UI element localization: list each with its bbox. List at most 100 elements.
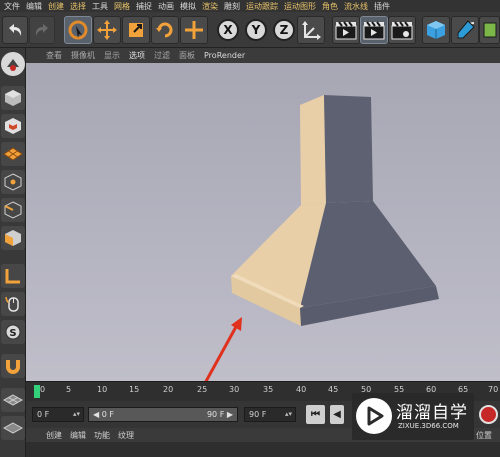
menu-motion-tracking[interactable]: 运动跟踪	[246, 1, 278, 12]
menu-plugins[interactable]: 插件	[374, 1, 390, 12]
coordinate-system-button[interactable]	[297, 16, 325, 44]
watermark-url: ZIXUE.3D66.COM	[398, 422, 459, 430]
subdivision-surface-button[interactable]	[479, 16, 500, 44]
end-frame-field[interactable]: 90 F ▴▾	[244, 407, 296, 422]
go-to-start-button[interactable]: ⏮	[306, 405, 325, 424]
menu-edit[interactable]: 编辑	[26, 1, 42, 12]
stepper-icon[interactable]: ▴▾	[73, 408, 80, 421]
cube-primitive-button[interactable]	[422, 16, 450, 44]
previous-key-button[interactable]: ◀	[330, 405, 344, 424]
menu-file[interactable]: 文件	[4, 1, 20, 12]
pen-icon	[457, 20, 475, 39]
bottom-menu-edit[interactable]: 编辑	[70, 430, 86, 441]
viewport-menu-prorender[interactable]: ProRender	[204, 51, 245, 60]
workplane-mode-button[interactable]	[1, 142, 25, 166]
x-axis-icon: X	[217, 19, 239, 41]
redo-button[interactable]	[29, 16, 55, 44]
viewport-menu-options[interactable]: 选项	[129, 50, 145, 61]
transform-icon	[185, 21, 203, 39]
magnet-button[interactable]	[1, 354, 25, 378]
menu-simulate[interactable]: 模拟	[180, 1, 196, 12]
tick-label: 40	[296, 385, 307, 394]
snapping-button[interactable]: S	[1, 320, 25, 344]
tick-label: 20	[163, 385, 174, 394]
menu-pipeline[interactable]: 流水线	[344, 1, 368, 12]
bottom-menu-create[interactable]: 创建	[46, 430, 62, 441]
render-view-button[interactable]	[332, 16, 360, 44]
cube-icon	[427, 21, 445, 39]
menu-mesh[interactable]: 网格	[114, 1, 130, 12]
enable-axis-button[interactable]	[1, 264, 25, 288]
edge-mode-icon	[4, 201, 22, 219]
point-mode-icon	[4, 173, 22, 191]
end-frame-value: 90 F	[249, 410, 267, 419]
object-mode-button[interactable]	[1, 86, 25, 110]
x-axis-lock-button[interactable]: X	[214, 16, 242, 44]
workplane-icon	[3, 147, 23, 161]
magnet-icon	[6, 360, 20, 374]
viewport-menu-filter[interactable]: 过滤	[154, 50, 170, 61]
texture-mode-button[interactable]	[1, 114, 25, 138]
snap-s-icon: S	[5, 324, 21, 340]
live-selection-button[interactable]	[64, 16, 92, 44]
edge-mode-button[interactable]	[1, 198, 25, 222]
point-mode-button[interactable]	[1, 170, 25, 194]
undo-icon	[9, 24, 22, 36]
move-tool-button[interactable]	[93, 16, 121, 44]
scale-tool-button[interactable]	[122, 16, 150, 44]
model-mode-icon	[7, 59, 19, 71]
transform-tool-button[interactable]	[180, 16, 208, 44]
rotate-icon	[156, 22, 173, 38]
menu-mograph[interactable]: 运动图形	[284, 1, 316, 12]
viewport-menu-panel[interactable]: 面板	[179, 50, 195, 61]
watermark: 溜溜自学 ZIXUE.3D66.COM	[352, 393, 474, 440]
tick-label: 5	[66, 385, 72, 394]
undo-button[interactable]	[2, 16, 28, 44]
y-axis-lock-button[interactable]: Y	[242, 16, 270, 44]
tick-label: 45	[328, 385, 339, 394]
record-keyframe-button[interactable]	[479, 405, 498, 424]
position-label: 位置	[476, 431, 492, 440]
viewport-menu-camera[interactable]: 摄像机	[71, 50, 95, 61]
viewport-menu-display[interactable]: 显示	[104, 50, 120, 61]
layer-floor-button-2[interactable]	[1, 416, 25, 440]
tick-label: 10	[97, 385, 108, 394]
svg-text:S: S	[9, 328, 16, 339]
z-axis-lock-button[interactable]: Z	[270, 16, 298, 44]
subdivision-icon	[483, 22, 496, 38]
perspective-viewport[interactable]	[26, 63, 500, 381]
menu-tools[interactable]: 工具	[92, 1, 108, 12]
menu-select[interactable]: 选择	[70, 1, 86, 12]
stepper-icon[interactable]: ▴▾	[285, 408, 292, 421]
clapperboard-icon	[335, 21, 357, 40]
menu-snap[interactable]: 捕捉	[136, 1, 152, 12]
model-mode-button[interactable]	[1, 52, 25, 76]
coordinate-system-icon	[302, 21, 321, 40]
mouse-icon	[5, 296, 19, 312]
menu-render[interactable]: 渲染	[202, 1, 218, 12]
scale-icon	[129, 23, 143, 37]
viewport-menu-bar: 查看 摄像机 显示 选项 过滤 面板 ProRender	[26, 48, 500, 63]
frame-range-slider[interactable]: ◀ 0 F 90 F ▶	[88, 407, 238, 422]
left-toolbar: S	[0, 48, 26, 457]
go-to-start-icon: ⏮	[311, 409, 320, 420]
floor-grid-icon	[3, 394, 23, 406]
current-frame-field[interactable]: 0 F ▴▾	[32, 407, 84, 422]
render-settings-button[interactable]	[388, 16, 416, 44]
render-to-picture-viewer-button[interactable]	[360, 16, 388, 44]
menu-sculpt[interactable]: 雕刻	[224, 1, 240, 12]
menu-create[interactable]: 创建	[48, 1, 64, 12]
layer-floor-button[interactable]	[1, 388, 25, 412]
menu-animate[interactable]: 动画	[158, 1, 174, 12]
y-axis-icon: Y	[245, 19, 267, 41]
menu-character[interactable]: 角色	[322, 1, 338, 12]
polygon-mode-button[interactable]	[1, 226, 25, 250]
tick-label: 30	[229, 385, 240, 394]
viewport-menu-view[interactable]: 查看	[46, 50, 62, 61]
pen-tool-button[interactable]	[451, 16, 479, 44]
range-end-value: 90 F ▶	[206, 410, 233, 419]
tweak-mode-button[interactable]	[1, 292, 25, 316]
bottom-menu-function[interactable]: 功能	[94, 430, 110, 441]
rotate-tool-button[interactable]	[151, 16, 179, 44]
bottom-menu-texture[interactable]: 纹理	[118, 430, 134, 441]
